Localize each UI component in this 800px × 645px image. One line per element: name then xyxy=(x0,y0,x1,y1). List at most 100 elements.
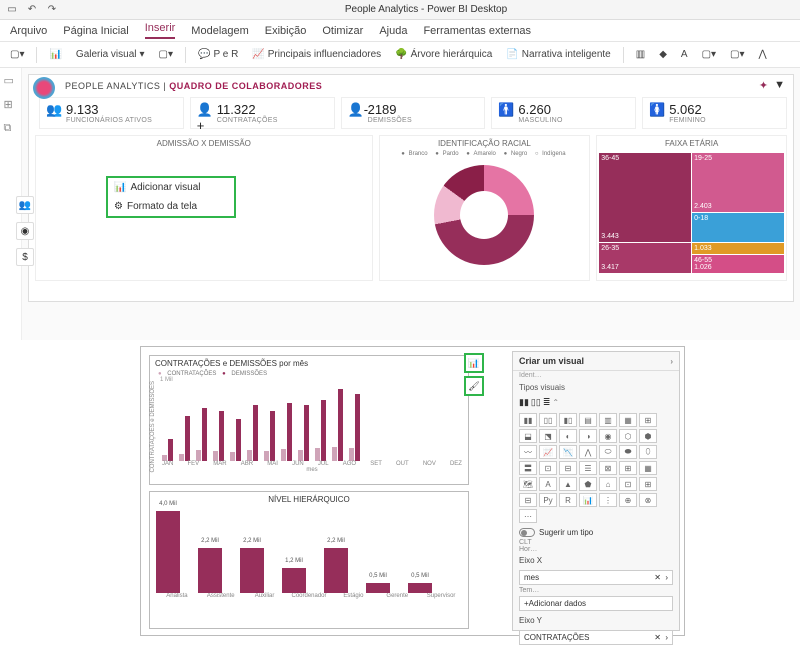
viz-type-34[interactable]: ⊞ xyxy=(639,477,657,491)
new-visual-btn[interactable]: ▢▾ xyxy=(6,47,28,62)
viz-type-41[interactable]: ⊗ xyxy=(639,493,657,507)
viz-type-10[interactable]: ◑ xyxy=(579,429,597,443)
viz-type-21[interactable]: 〓 xyxy=(519,461,537,475)
kpi-card: 🚺5.062FEMININO xyxy=(642,97,787,129)
text-box-icon[interactable]: A xyxy=(677,47,692,62)
data-view-icon[interactable]: ⊞ xyxy=(4,98,18,112)
viz-type-7[interactable]: ⬓ xyxy=(519,429,537,443)
powerapps-icon[interactable]: ◆ xyxy=(655,47,671,62)
viz-type-19[interactable]: ⬬ xyxy=(619,445,637,459)
card-admissao-demissao[interactable]: ADMISSÃO X DEMISSÃO 👥 ◉ $ 📊 Adicionar vi… xyxy=(35,135,373,281)
viz-type-42[interactable]: ⋯ xyxy=(519,509,537,523)
eixo-x-field[interactable]: mes✕ › xyxy=(519,570,673,585)
filter-icon[interactable]: ▼ xyxy=(774,79,785,92)
chart-contratacoes-demissoes[interactable]: CONTRATAÇÕES e DEMISSÕES por mês ● CONTR… xyxy=(149,355,469,485)
viz-type-22[interactable]: ⊡ xyxy=(539,461,557,475)
nav-tab-1[interactable]: 👥 xyxy=(16,196,34,214)
visual-icon[interactable]: 📊 xyxy=(45,47,65,62)
report-view-icon[interactable]: ▭ xyxy=(4,74,18,88)
vi-clustered[interactable]: ≣ xyxy=(543,397,551,408)
more-visuals-btn[interactable]: ▢▾ xyxy=(155,47,177,62)
viz-type-23[interactable]: ⊟ xyxy=(559,461,577,475)
viz-type-1[interactable]: ▯▯ xyxy=(539,413,557,427)
suggest-toggle[interactable]: Sugerir um tipo xyxy=(513,526,679,539)
model-view-icon[interactable]: ⧉ xyxy=(4,122,18,136)
gallery-visual-btn[interactable]: Galeria visual ▾ xyxy=(72,47,149,62)
menu-otimizar[interactable]: Otimizar xyxy=(322,25,363,37)
more-btn-1[interactable]: ▢▾ xyxy=(698,47,720,62)
viz-type-39[interactable]: ⋮ xyxy=(599,493,617,507)
viz-type-18[interactable]: ⬭ xyxy=(599,445,617,459)
vizpane-collapse-icon[interactable]: › xyxy=(670,357,673,366)
viz-type-36[interactable]: Py xyxy=(539,493,557,507)
viz-type-20[interactable]: ⬯ xyxy=(639,445,657,459)
vi-column[interactable]: ▯▯ xyxy=(531,397,541,408)
viz-type-6[interactable]: ⊞ xyxy=(639,413,657,427)
qa-btn[interactable]: 💬 P e R xyxy=(194,47,242,62)
copilot-icon[interactable]: ✦ xyxy=(759,79,768,92)
menu-modelagem[interactable]: Modelagem xyxy=(191,25,248,37)
viz-type-28[interactable]: 🗺 xyxy=(519,477,537,491)
viz-type-4[interactable]: ▥ xyxy=(599,413,617,427)
viz-type-5[interactable]: ▦ xyxy=(619,413,637,427)
viz-type-3[interactable]: ▤ xyxy=(579,413,597,427)
viz-type-32[interactable]: ⌂ xyxy=(599,477,617,491)
undo-icon[interactable]: ↶ xyxy=(26,4,38,16)
save-icon[interactable]: ▭ xyxy=(6,4,18,16)
smart-narrative-btn[interactable]: 📄 Narrativa inteligente xyxy=(502,47,614,62)
viz-type-9[interactable]: ◐ xyxy=(559,429,577,443)
donut-chart xyxy=(434,165,534,265)
viz-type-31[interactable]: ⬟ xyxy=(579,477,597,491)
viz-type-29[interactable]: A xyxy=(539,477,557,491)
viz-type-25[interactable]: ⊠ xyxy=(599,461,617,475)
viz-type-15[interactable]: 📈 xyxy=(539,445,557,459)
menu-ajuda[interactable]: Ajuda xyxy=(379,25,407,37)
more-btn-2[interactable]: ▢▾ xyxy=(726,47,748,62)
viz-type-8[interactable]: ⬔ xyxy=(539,429,557,443)
viz-type-2[interactable]: ▮▯ xyxy=(559,413,577,427)
viz-type-17[interactable]: ⋀ xyxy=(579,445,597,459)
menu-arquivo[interactable]: Arquivo xyxy=(10,25,47,37)
viz-type-40[interactable]: ⊕ xyxy=(619,493,637,507)
eixo-y-field[interactable]: CONTRATAÇÕES✕ › xyxy=(519,630,673,645)
nav-tab-2[interactable]: ◉ xyxy=(16,222,34,240)
format-visual-icon[interactable]: 🖌 xyxy=(464,376,484,396)
window-title: People Analytics - Power BI Desktop xyxy=(58,4,794,15)
redo-icon[interactable]: ↷ xyxy=(46,4,58,16)
paginated-report-icon[interactable]: ▥ xyxy=(632,47,649,62)
viz-type-0[interactable]: ▮▮ xyxy=(519,413,537,427)
kpi-value: 5.062 xyxy=(669,102,706,117)
key-influencers-btn[interactable]: 📈 Principais influenciadores xyxy=(248,47,385,62)
viz-type-16[interactable]: 📉 xyxy=(559,445,577,459)
context-formato-tela[interactable]: ⚙ Formato da tela xyxy=(108,197,234,216)
viz-type-11[interactable]: ◉ xyxy=(599,429,617,443)
viz-type-12[interactable]: ⬡ xyxy=(619,429,637,443)
viz-type-38[interactable]: 📊 xyxy=(579,493,597,507)
report-page[interactable]: PEOPLE ANALYTICS | QUADRO DE COLABORADOR… xyxy=(28,74,794,302)
build-visual-icon[interactable]: 📊 xyxy=(464,353,484,373)
menu-ferramentas[interactable]: Ferramentas externas xyxy=(423,25,531,37)
vi-stacked-bar[interactable]: ▮▮ xyxy=(519,397,529,408)
menu-exibicao[interactable]: Exibição xyxy=(265,25,307,37)
viz-expand-icon[interactable]: ⌃ xyxy=(552,398,559,407)
card-faixa-etaria[interactable]: FAIXA ETÁRIA 36-453.443 19-252.403 0-18 … xyxy=(596,135,787,281)
card-identificacao-racial[interactable]: IDENTIFICAÇÃO RACIAL ● Branco ● Pardo ● … xyxy=(379,135,591,281)
viz-type-26[interactable]: ⊞ xyxy=(619,461,637,475)
viz-type-24[interactable]: ☰ xyxy=(579,461,597,475)
chart-nivel-hierarquico[interactable]: NÍVEL HIERÁRQUICO 4,0 Mil2,2 Mil2,2 Mil1… xyxy=(149,491,469,629)
menu-pagina-inicial[interactable]: Página Inicial xyxy=(63,25,128,37)
menu-inserir[interactable]: Inserir xyxy=(145,22,176,39)
viz-type-14[interactable]: 〰 xyxy=(519,445,537,459)
add-data-x[interactable]: +Adicionar dados xyxy=(519,596,673,611)
viz-type-13[interactable]: ⬢ xyxy=(639,429,657,443)
viz-type-37[interactable]: R xyxy=(559,493,577,507)
decomp-tree-btn[interactable]: 🌳 Árvore hierárquica xyxy=(391,47,496,62)
kpi-label: DEMISSÕES xyxy=(368,117,412,124)
sparkline-icon[interactable]: ⋀ xyxy=(755,47,771,62)
viz-type-30[interactable]: ▲ xyxy=(559,477,577,491)
viz-type-27[interactable]: ▦ xyxy=(639,461,657,475)
nav-tab-3[interactable]: $ xyxy=(16,248,34,266)
viz-type-35[interactable]: ⊟ xyxy=(519,493,537,507)
viz-type-33[interactable]: ⊡ xyxy=(619,477,637,491)
context-add-visual[interactable]: 📊 Adicionar visual xyxy=(108,178,234,197)
